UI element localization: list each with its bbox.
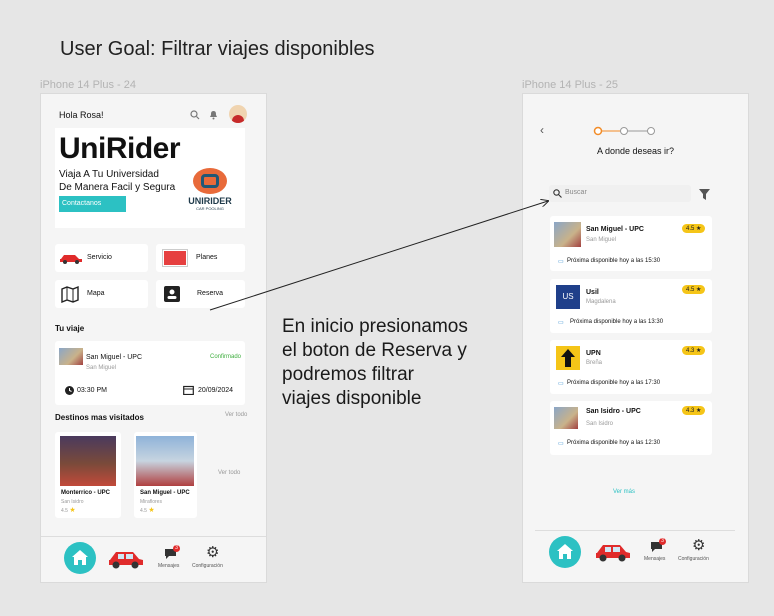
annotation-arrow [209, 0, 774, 311]
